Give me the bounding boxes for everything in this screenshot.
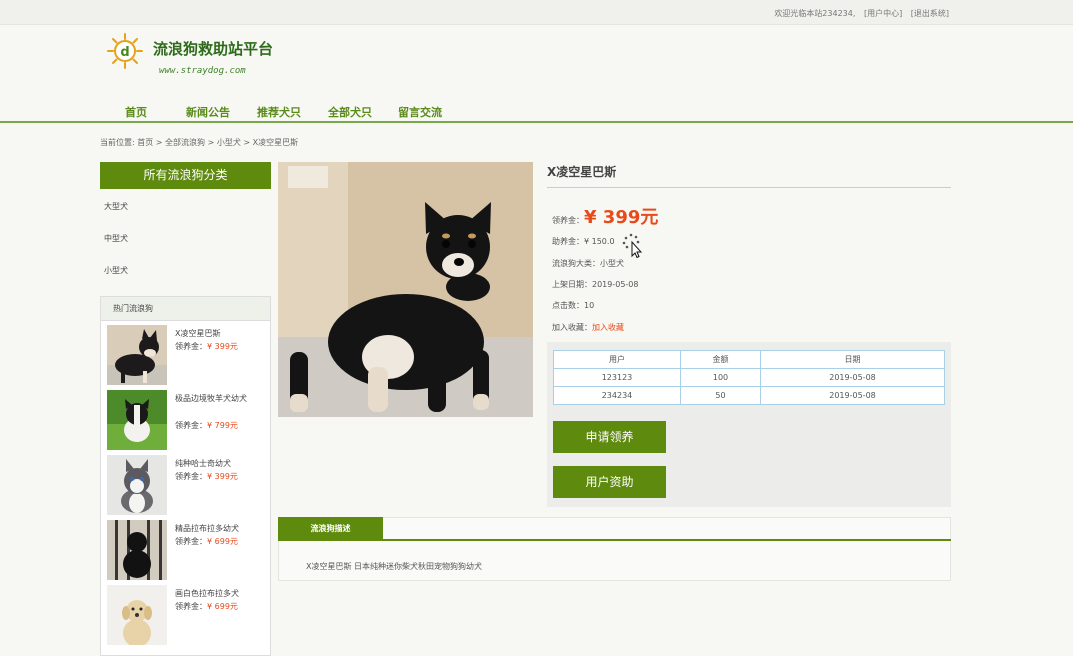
table-header-row: 用户 金额 日期 [553, 350, 945, 369]
nav-all-dogs[interactable]: 全部犬只 [328, 104, 372, 120]
favorite-row: 加入收藏：加入收藏 [552, 323, 624, 332]
logout-link[interactable]: [退出系统] [911, 9, 949, 18]
hot-item-name[interactable]: 极品边境牧羊犬幼犬 [175, 392, 255, 406]
nav-recommended[interactable]: 推荐犬只 [257, 104, 301, 120]
hot-item-name[interactable]: 精品拉布拉多幼犬 [175, 522, 255, 536]
sponsor-button[interactable]: 用户资助 [553, 466, 666, 498]
main-nav: 首页 新闻公告 推荐犬只 全部犬只 留言交流 [0, 100, 1073, 123]
click-count: 点击数：10 [552, 301, 595, 310]
dog-category: 流浪狗大类：小型犬 [552, 259, 624, 268]
hot-item-name[interactable]: 画白色拉布拉多犬 [175, 587, 255, 601]
hot-item[interactable]: 纯种哈士奇幼犬 领养金：¥ 399元 [107, 455, 267, 517]
hot-item-price: 领养金：¥ 799元 [175, 421, 238, 430]
hot-item[interactable]: X凌空星巴斯 领养金：¥ 399元 [107, 325, 267, 387]
svg-text:d: d [120, 45, 129, 60]
dog-thumb[interactable] [107, 585, 167, 645]
hot-item-price: 领养金：¥ 699元 [175, 537, 238, 546]
breadcrumb: 当前位置: 首页 > 全部流浪狗 > 小型犬 > X凌空星巴斯 [100, 138, 299, 147]
add-favorite-link[interactable]: 加入收藏 [592, 323, 624, 332]
category-medium[interactable]: 中型犬 [104, 233, 128, 244]
hot-item-name[interactable]: 纯种哈士奇幼犬 [175, 457, 255, 471]
user-center-link[interactable]: [用户中心] [864, 9, 902, 18]
category-header: 所有流浪狗分类 [100, 162, 271, 189]
hot-item[interactable]: 精品拉布拉多幼犬 领养金：¥ 699元 [107, 520, 267, 582]
dog-thumb[interactable] [107, 455, 167, 515]
col-amount: 金额 [680, 350, 761, 369]
category-large[interactable]: 大型犬 [104, 201, 128, 212]
title-divider [547, 187, 951, 188]
nav-home[interactable]: 首页 [125, 104, 147, 120]
main-dog-photo[interactable] [278, 162, 533, 417]
top-bar: 欢迎光临本站234234, [用户中心] [退出系统] [0, 0, 1073, 25]
hot-item-price: 领养金：¥ 399元 [175, 342, 238, 351]
dog-thumb[interactable] [107, 390, 167, 450]
listing-date: 上架日期：2019-05-08 [552, 280, 639, 289]
welcome-text: 欢迎光临本站234234, [774, 9, 856, 18]
sponsor-price: 助养金：¥ 150.0 [552, 237, 615, 246]
loading-cursor-icon [622, 233, 643, 258]
apply-adopt-button[interactable]: 申请领养 [553, 421, 666, 453]
col-user: 用户 [553, 350, 681, 369]
tab-description[interactable]: 流浪狗描述 [278, 517, 383, 541]
adopt-price-row: 领养金：¥ 399元 [552, 207, 659, 228]
dog-description: X凌空星巴斯 日本纯种迷你柴犬秋田宠物狗狗幼犬 [306, 562, 483, 571]
hot-item-price: 领养金：¥ 699元 [175, 602, 238, 611]
sun-logo-icon[interactable]: d [107, 33, 143, 69]
table-row: 123123 100 2019-05-08 [553, 368, 945, 387]
site-name[interactable]: 流浪狗救助站平台 [153, 38, 273, 59]
adopt-price: ¥ 399元 [584, 207, 659, 228]
nav-messages[interactable]: 留言交流 [398, 104, 442, 120]
donation-table: 用户 金额 日期 123123 100 2019-05-08 234234 50… [553, 350, 945, 405]
hot-item[interactable]: 画白色拉布拉多犬 领养金：¥ 699元 [107, 585, 267, 647]
hot-item-name[interactable]: X凌空星巴斯 [175, 327, 255, 341]
nav-news[interactable]: 新闻公告 [186, 104, 230, 120]
hot-dogs-title: 热门流浪狗 [101, 297, 270, 321]
hot-item-price: 领养金：¥ 399元 [175, 472, 238, 481]
dog-thumb[interactable] [107, 520, 167, 580]
site-url: www.straydog.com [159, 66, 246, 76]
product-title: X凌空星巴斯 [547, 165, 617, 179]
top-links: 欢迎光临本站234234, [用户中心] [退出系统] [768, 8, 949, 19]
category-small[interactable]: 小型犬 [104, 265, 128, 276]
hot-item[interactable]: 极品边境牧羊犬幼犬 领养金：¥ 799元 [107, 390, 267, 452]
hot-dogs-panel: 热门流浪狗 X凌空星巴斯 领养金：¥ 399元 极品边境牧羊犬幼犬 领养金：¥ … [100, 296, 271, 656]
col-date: 日期 [760, 350, 945, 369]
table-row: 234234 50 2019-05-08 [553, 386, 945, 405]
dog-thumb[interactable] [107, 325, 167, 385]
